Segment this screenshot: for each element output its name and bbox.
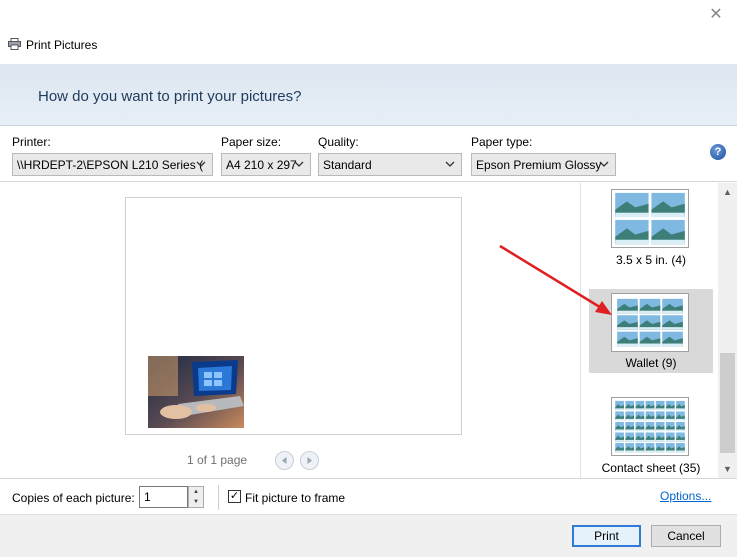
cancel-button[interactable]: Cancel <box>651 525 721 547</box>
quality-select[interactable]: Standard <box>318 153 462 176</box>
print-preview-pane: 1 of 1 page <box>0 183 580 478</box>
layout-option-contact-sheet[interactable]: Contact sheet (35) <box>589 395 713 477</box>
layout-option-wallet[interactable]: Wallet (9) <box>589 289 713 373</box>
arrow-left-icon <box>282 457 287 464</box>
previous-page-button[interactable] <box>275 451 294 470</box>
divider <box>218 485 219 510</box>
photo-thumbnail <box>148 356 244 428</box>
chevron-down-icon <box>294 161 304 167</box>
fit-to-frame-checkbox[interactable]: ✓ <box>228 490 241 503</box>
quality-label: Quality: <box>318 135 359 149</box>
scroll-up-icon[interactable]: ▲ <box>718 185 737 199</box>
fit-to-frame-label[interactable]: Fit picture to frame <box>245 491 345 505</box>
help-icon[interactable]: ? <box>710 144 726 160</box>
close-icon[interactable]: ✕ <box>706 4 726 24</box>
options-link[interactable]: Options... <box>660 489 711 503</box>
paper-size-value: A4 210 x 297 <box>226 158 297 172</box>
dialog-header: How do you want to print your pictures? <box>0 64 737 126</box>
layout-scrollbar[interactable]: ▲ ▼ <box>718 183 737 478</box>
title-bar: Print Pictures ✕ <box>0 0 737 64</box>
dialog-footer: Print Cancel <box>0 514 737 557</box>
printer-value: \\HRDEPT-2\EPSON L210 Series ( <box>17 158 204 172</box>
layout-list: 3.5 x 5 in. (4) Wallet (9) Contact sheet… <box>580 183 718 478</box>
print-settings-row: Printer: \\HRDEPT-2\EPSON L210 Series ( … <box>0 126 737 182</box>
layout-label: 3.5 x 5 in. (4) <box>615 253 687 267</box>
window-title: Print Pictures <box>26 38 98 52</box>
paper-type-select[interactable]: Epson Premium Glossy <box>471 153 616 176</box>
layout-thumbnail <box>611 293 689 352</box>
paper-type-value: Epson Premium Glossy <box>476 158 602 172</box>
printer-select[interactable]: \\HRDEPT-2\EPSON L210 Series ( <box>12 153 213 176</box>
print-button[interactable]: Print <box>572 525 641 547</box>
copies-label: Copies of each picture: <box>12 491 135 505</box>
page-title: How do you want to print your pictures? <box>38 88 302 105</box>
scrollbar-thumb[interactable] <box>720 353 735 453</box>
chevron-down-icon <box>445 161 455 167</box>
spinner-up-icon[interactable]: ▲ <box>189 487 203 497</box>
layout-thumbnail <box>611 397 689 456</box>
printer-label: Printer: <box>12 135 51 149</box>
copies-spinner[interactable]: ▲ ▼ <box>188 486 204 508</box>
layout-label: Wallet (9) <box>625 356 677 370</box>
checkmark-icon: ✓ <box>229 490 240 502</box>
spinner-down-icon[interactable]: ▼ <box>189 497 203 507</box>
printer-icon <box>8 38 21 50</box>
paper-size-select[interactable]: A4 210 x 297 <box>221 153 311 176</box>
quality-value: Standard <box>323 158 372 172</box>
arrow-right-icon <box>307 457 312 464</box>
copies-input[interactable] <box>139 486 188 508</box>
chevron-down-icon <box>196 161 206 167</box>
paper-type-label: Paper type: <box>471 135 533 149</box>
paper-size-label: Paper size: <box>221 135 282 149</box>
layout-label: Contact sheet (35) <box>601 461 701 475</box>
scroll-down-icon[interactable]: ▼ <box>718 462 737 476</box>
next-page-button[interactable] <box>300 451 319 470</box>
options-row: Copies of each picture: ▲ ▼ ✓ Fit pictur… <box>0 478 737 514</box>
layout-option-3x5[interactable]: 3.5 x 5 in. (4) <box>589 185 713 271</box>
layout-thumbnail <box>611 189 689 248</box>
print-pictures-window: Print Pictures ✕ How do you want to prin… <box>0 0 737 557</box>
chevron-down-icon <box>599 161 609 167</box>
page-count: 1 of 1 page <box>187 453 248 467</box>
